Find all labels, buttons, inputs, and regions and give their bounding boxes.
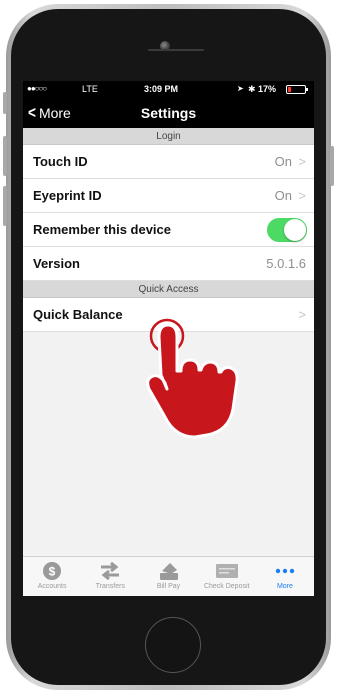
- battery-fill: [288, 87, 291, 92]
- svg-text:$: $: [49, 565, 56, 579]
- chevron-right-icon: >: [298, 188, 306, 203]
- tab-label: Check Deposit: [203, 583, 250, 590]
- carrier-label: LTE: [82, 84, 98, 94]
- battery-percent: 17%: [258, 84, 277, 94]
- clock: 3:09 PM: [144, 84, 179, 94]
- row-label: Remember this device: [33, 222, 172, 237]
- dollar-circle-icon: $: [42, 561, 62, 581]
- settings-row-touch-id[interactable]: Touch ID On >: [23, 145, 314, 179]
- bluetooth-icon: ✱: [248, 84, 256, 94]
- row-label: Quick Balance: [33, 307, 123, 322]
- mute-switch: [3, 92, 7, 114]
- battery-tip: [306, 88, 308, 91]
- remember-device-toggle[interactable]: [267, 218, 307, 242]
- tab-label: Bill Pay: [156, 583, 181, 590]
- check-icon: [215, 561, 239, 581]
- tab-check-deposit[interactable]: Check Deposit: [198, 557, 256, 596]
- status-bar: ●●○○○ LTE 3:09 PM ➤ ✱ 17%: [23, 81, 314, 97]
- earpiece-speaker: [148, 49, 204, 51]
- settings-row-version: Version 5.0.1.6: [23, 247, 314, 281]
- tab-label: Accounts: [37, 583, 67, 590]
- row-label: Touch ID: [33, 154, 88, 169]
- location-arrow-icon: ➤: [237, 84, 244, 93]
- settings-row-eyeprint-id[interactable]: Eyeprint ID On >: [23, 179, 314, 213]
- volume-down-button: [3, 186, 7, 226]
- tab-transfers[interactable]: Transfers: [81, 557, 139, 596]
- tab-more[interactable]: More: [256, 557, 314, 596]
- row-label: Eyeprint ID: [33, 188, 102, 203]
- toggle-knob: [284, 219, 306, 241]
- row-label: Version: [33, 256, 80, 271]
- section-header-login: Login: [23, 128, 314, 145]
- battery-icon: [286, 85, 308, 94]
- tab-bar: $ Accounts Transfers Bill Pay Check Depo…: [23, 556, 314, 596]
- home-button[interactable]: [145, 617, 201, 673]
- chevron-right-icon: >: [298, 307, 306, 322]
- signal-strength: ●●○○○: [27, 84, 47, 93]
- row-value: On: [274, 188, 292, 203]
- section-header-quick-access: Quick Access: [23, 281, 314, 298]
- tab-label: More: [276, 583, 293, 590]
- hand-shape: [146, 323, 239, 439]
- tab-bill-pay[interactable]: Bill Pay: [139, 557, 197, 596]
- version-value: 5.0.1.6: [266, 256, 306, 271]
- bill-pay-icon: [158, 561, 180, 581]
- page-title: Settings: [140, 105, 197, 121]
- tab-accounts[interactable]: $ Accounts: [23, 557, 81, 596]
- power-button: [330, 146, 334, 186]
- tab-label: Transfers: [95, 583, 125, 590]
- screen: ●●○○○ LTE 3:09 PM ➤ ✱ 17% < More Setting…: [23, 81, 314, 596]
- tap-hand-icon: [146, 318, 239, 439]
- transfer-arrows-icon: [99, 561, 121, 581]
- more-dots-icon: [275, 561, 295, 581]
- volume-up-button: [3, 136, 7, 176]
- row-value: On: [274, 154, 292, 169]
- navigation-bar: < More Settings: [23, 97, 314, 128]
- chevron-right-icon: >: [298, 154, 306, 169]
- settings-row-remember-device: Remember this device: [23, 213, 314, 247]
